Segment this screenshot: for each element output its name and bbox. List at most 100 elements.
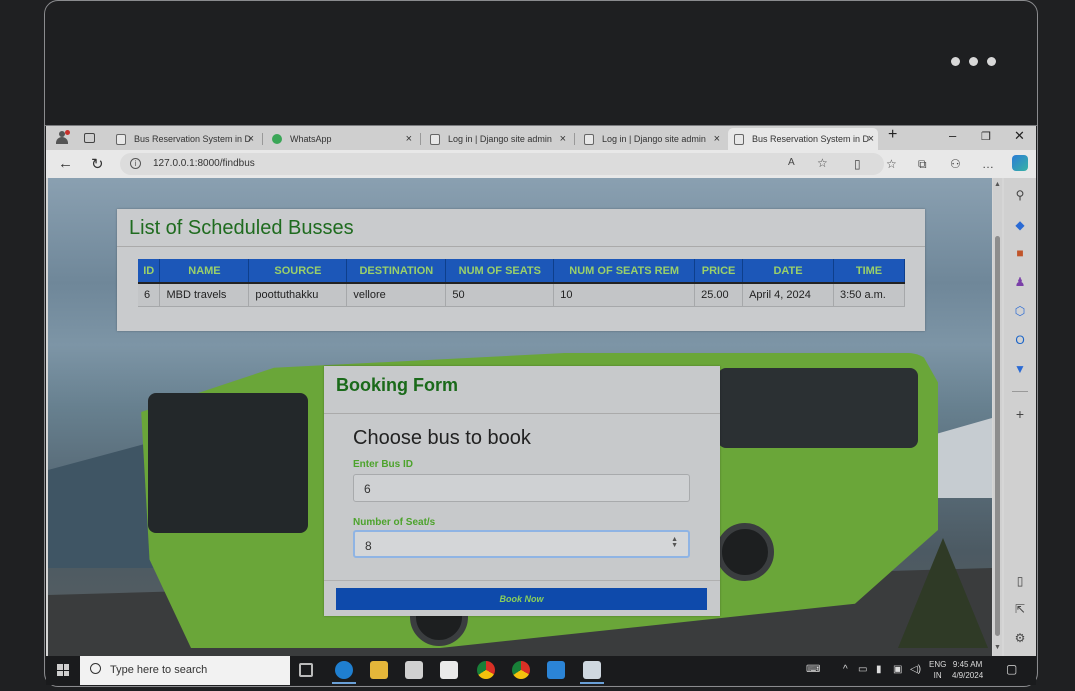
windows-start-icon[interactable] bbox=[57, 664, 69, 676]
seats-value: 8 bbox=[365, 539, 372, 553]
table-header-row: ID NAME SOURCE DESTINATION NUM OF SEATS … bbox=[138, 259, 905, 284]
microsoft-365-icon[interactable]: ⬡ bbox=[1013, 304, 1027, 318]
scroll-thumb[interactable] bbox=[995, 236, 1000, 636]
tab-django-admin-1[interactable]: Log in | Django site admin × bbox=[424, 128, 570, 150]
book-now-button[interactable]: Book Now bbox=[336, 588, 707, 610]
language-indicator[interactable]: ENG IN bbox=[929, 659, 946, 681]
bus-id-input[interactable]: 6 bbox=[353, 474, 690, 502]
bus-windshield bbox=[148, 393, 308, 533]
task-view-icon[interactable] bbox=[299, 663, 313, 677]
close-icon[interactable]: × bbox=[560, 133, 566, 145]
info-icon[interactable]: i bbox=[130, 158, 141, 169]
close-icon[interactable]: × bbox=[714, 133, 720, 145]
chrome-icon[interactable] bbox=[477, 661, 495, 679]
page-scrollbar[interactable]: ▲ ▼ bbox=[993, 178, 1002, 656]
search-icon bbox=[90, 663, 101, 674]
gear-icon[interactable]: ⚙ bbox=[1013, 631, 1027, 645]
open-external-icon[interactable]: ⇱ bbox=[1013, 602, 1027, 616]
url-text: 127.0.0.1:8000/findbus bbox=[153, 158, 255, 169]
column-header: DESTINATION bbox=[346, 259, 447, 284]
vscode-icon[interactable] bbox=[547, 661, 565, 679]
screen: Bus Reservation System in D × WhatsApp ×… bbox=[0, 0, 1075, 691]
tools-icon[interactable]: ■ bbox=[1013, 246, 1027, 260]
tab-title: Bus Reservation System in D bbox=[752, 134, 870, 144]
column-header: PRICE bbox=[694, 259, 744, 284]
notifications-icon[interactable]: ▢ bbox=[1006, 662, 1017, 676]
tab-bus-reservation-1[interactable]: Bus Reservation System in D × bbox=[110, 128, 258, 150]
page-icon bbox=[584, 133, 594, 145]
tab-actions-icon[interactable] bbox=[84, 133, 95, 143]
column-header: TIME bbox=[833, 259, 905, 284]
restore-icon[interactable]: ❐ bbox=[981, 130, 991, 143]
battery-icon[interactable]: ▮ bbox=[876, 664, 882, 675]
number-spinner-icon[interactable]: ▲ ▼ bbox=[671, 536, 678, 549]
drop-icon[interactable]: ▼ bbox=[1013, 362, 1027, 376]
read-aloud-icon[interactable]: A bbox=[788, 157, 795, 168]
table-cell: poottuthakku bbox=[248, 283, 348, 307]
close-window-icon[interactable]: ✕ bbox=[1014, 128, 1025, 144]
tab-whatsapp[interactable]: WhatsApp × bbox=[266, 128, 416, 150]
table-row: 6 MBD travels poottuthakku vellore 50 10… bbox=[138, 283, 905, 307]
column-header: SOURCE bbox=[248, 259, 348, 284]
copilot-icon[interactable] bbox=[1012, 155, 1028, 171]
tab-django-admin-2[interactable]: Log in | Django site admin × bbox=[578, 128, 724, 150]
bus-id-value: 6 bbox=[364, 482, 371, 496]
back-icon[interactable]: ← bbox=[58, 155, 73, 172]
tag-icon[interactable]: ◆ bbox=[1013, 218, 1027, 232]
split-screen-icon[interactable]: ▯ bbox=[854, 157, 861, 171]
settings-more-icon[interactable]: … bbox=[982, 157, 994, 171]
refresh-icon[interactable]: ↻ bbox=[91, 155, 104, 173]
profile-icon[interactable] bbox=[56, 130, 70, 144]
table-cell: MBD travels bbox=[159, 283, 250, 307]
tab-title: Log in | Django site admin bbox=[602, 134, 706, 144]
new-tab-button[interactable]: + bbox=[888, 126, 897, 144]
outlook-icon[interactable]: O bbox=[1013, 333, 1027, 347]
edge-icon[interactable] bbox=[332, 661, 356, 684]
volume-icon[interactable]: ◁) bbox=[910, 664, 921, 675]
store-icon[interactable] bbox=[405, 661, 423, 679]
games-icon[interactable]: ♟ bbox=[1013, 275, 1027, 289]
seats-label: Number of Seat/s bbox=[353, 517, 436, 528]
chevron-up-icon[interactable]: ^ bbox=[843, 664, 848, 675]
meet-now-icon[interactable]: ▭ bbox=[858, 664, 867, 675]
minimize-icon[interactable]: – bbox=[949, 128, 956, 143]
page-viewport: List of Scheduled Busses ID NAME SOURCE … bbox=[48, 178, 992, 656]
url-input[interactable]: i 127.0.0.1:8000/findbus A ☆ bbox=[120, 153, 884, 175]
language-code: ENG bbox=[929, 660, 947, 669]
browser-window: Bus Reservation System in D × WhatsApp ×… bbox=[46, 126, 1036, 656]
collections-icon[interactable]: ⧉ bbox=[918, 157, 927, 172]
chrome-profile-icon[interactable] bbox=[512, 661, 530, 679]
sidebar-divider bbox=[1012, 391, 1028, 392]
tab-separator bbox=[262, 133, 263, 145]
clock[interactable]: 9:45 AM 4/9/2024 bbox=[952, 659, 983, 681]
add-icon[interactable]: + bbox=[1013, 407, 1027, 421]
column-header: DATE bbox=[742, 259, 834, 284]
column-header: NUM OF SEATS bbox=[445, 259, 555, 284]
form-title: Booking Form bbox=[336, 375, 458, 395]
extensions-icon[interactable]: ⚇ bbox=[950, 157, 961, 171]
close-icon[interactable]: × bbox=[248, 133, 254, 145]
close-icon[interactable]: × bbox=[406, 133, 412, 145]
keyboard-icon[interactable]: ⌨ bbox=[806, 664, 820, 675]
tab-bus-reservation-active[interactable]: Bus Reservation System in D × bbox=[728, 128, 878, 150]
taskbar-search-box[interactable]: Type here to search bbox=[80, 656, 290, 685]
scroll-down-icon[interactable]: ▼ bbox=[994, 644, 1001, 651]
bus-window bbox=[718, 368, 918, 448]
photos-icon[interactable] bbox=[580, 661, 604, 684]
more-options-icon[interactable] bbox=[951, 57, 996, 66]
clock-time: 9:45 AM bbox=[952, 660, 983, 669]
whatsapp-icon bbox=[272, 134, 282, 144]
favorite-star-icon[interactable]: ☆ bbox=[817, 156, 828, 170]
file-explorer-icon[interactable] bbox=[370, 661, 388, 679]
network-icon[interactable]: ▣ bbox=[893, 664, 902, 675]
divider bbox=[117, 246, 925, 247]
table-cell: 6 bbox=[138, 283, 161, 307]
search-icon[interactable]: ⚲ bbox=[1013, 188, 1027, 202]
scroll-up-icon[interactable]: ▲ bbox=[994, 181, 1001, 188]
favorites-icon[interactable]: ☆ bbox=[886, 157, 897, 171]
sidebar-layout-icon[interactable]: ▯ bbox=[1013, 574, 1027, 588]
close-icon[interactable]: × bbox=[868, 133, 874, 145]
bus-id-label: Enter Bus ID bbox=[353, 459, 414, 470]
seats-input[interactable]: 8 ▲ ▼ bbox=[353, 530, 690, 558]
mail-icon[interactable] bbox=[440, 661, 458, 679]
